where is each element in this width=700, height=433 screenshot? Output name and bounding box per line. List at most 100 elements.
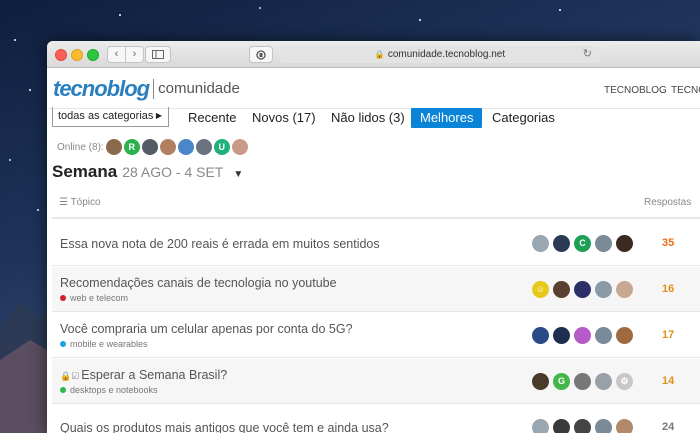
forward-button[interactable]: ›	[125, 46, 144, 63]
tab-categorias[interactable]: Categorias	[492, 109, 555, 127]
category-dropdown-label: todas as categorias	[58, 110, 154, 122]
header-link-tecnoblog[interactable]: TECNOBLOG	[604, 85, 667, 96]
reload-icon[interactable]: ↻	[583, 46, 592, 63]
avatar[interactable]	[177, 139, 194, 155]
topic-row[interactable]: 🔒☑ Esperar a Semana Brasil? desktops e not…	[52, 359, 700, 404]
header-link-tecno[interactable]: TECNO	[671, 85, 700, 96]
avatar[interactable]	[159, 139, 176, 155]
category-dot-icon	[60, 341, 66, 347]
avatar[interactable]	[105, 139, 122, 155]
poster-avatar[interactable]	[553, 327, 570, 344]
topic-title-text: Essa nova nota de 200 reais é errada em …	[60, 237, 380, 251]
topic-nav: todas as categorias ▶ Recente Novos (17)…	[47, 107, 700, 131]
topic-row[interactable]: Recomendações canais de tecnologia no yo…	[52, 267, 700, 312]
avatar[interactable]: U	[213, 139, 230, 155]
avatar[interactable]: R	[123, 139, 140, 155]
list-icon: ☰	[59, 197, 71, 208]
back-button[interactable]: ‹	[107, 46, 126, 63]
poster-avatar[interactable]: ⚙	[616, 373, 633, 390]
caret-right-icon: ▶	[155, 111, 162, 120]
topic-posters: G ⚙	[532, 373, 637, 390]
poster-avatar[interactable]	[595, 327, 612, 344]
poster-avatar[interactable]	[574, 373, 591, 390]
poster-avatar[interactable]	[616, 235, 633, 252]
reply-count[interactable]: 14	[662, 375, 674, 387]
poster-avatar[interactable]: ☺	[532, 281, 549, 298]
poster-avatar[interactable]	[553, 419, 570, 433]
topic-title[interactable]: Quais os produtos mais antigos que você …	[60, 421, 389, 433]
logo-main-text: tecnoblog	[53, 76, 150, 101]
topic-title[interactable]: Recomendações canais de tecnologia no yo…	[60, 276, 337, 290]
url-text: comunidade.tecnoblog.net	[387, 49, 506, 60]
poster-avatar[interactable]	[574, 281, 591, 298]
poster-avatar[interactable]	[616, 327, 633, 344]
reply-count[interactable]: 24	[662, 421, 674, 433]
category-label: web e telecom	[70, 293, 129, 303]
avatar[interactable]	[141, 139, 158, 155]
poster-avatar[interactable]	[553, 235, 570, 252]
lock-icon: 🔒	[374, 50, 385, 59]
close-window-button[interactable]	[55, 49, 67, 61]
category-label: desktops e notebooks	[70, 385, 158, 395]
column-topic[interactable]: ☰ Tópico	[59, 197, 101, 208]
topic-title[interactable]: 🔒☑ Esperar a Semana Brasil?	[60, 368, 227, 382]
logo-divider	[153, 79, 155, 99]
browser-toolbar: ‹ › 🔒 comunidade.tecnoblog.net ↻	[47, 41, 700, 68]
avatar[interactable]	[195, 139, 212, 155]
topic-title-text: Você compraria um celular apenas por con…	[60, 322, 353, 336]
reply-count[interactable]: 16	[662, 283, 674, 295]
poster-avatar[interactable]	[616, 419, 633, 433]
topic-posters	[532, 419, 637, 433]
topic-posters	[532, 327, 637, 344]
site-logo[interactable]: tecnoblog comunidade	[53, 78, 240, 100]
topic-category[interactable]: desktops e notebooks	[60, 385, 158, 395]
poster-avatar[interactable]	[532, 373, 549, 390]
poster-avatar[interactable]	[574, 419, 591, 433]
poster-avatar[interactable]	[553, 281, 570, 298]
poster-avatar[interactable]	[532, 327, 549, 344]
poster-avatar[interactable]: C	[574, 235, 591, 252]
period-selector[interactable]: Semana 28 AGO - 4 SET ▼	[52, 162, 243, 182]
topic-row[interactable]: Você compraria um celular apenas por con…	[52, 313, 700, 358]
poster-avatar[interactable]	[532, 235, 549, 252]
address-bar[interactable]: 🔒 comunidade.tecnoblog.net ↻	[280, 46, 600, 63]
topic-row[interactable]: Essa nova nota de 200 reais é errada em …	[52, 221, 700, 266]
poster-avatar[interactable]	[595, 419, 612, 433]
caret-down-icon[interactable]: ▼	[233, 169, 243, 180]
privacy-report-button[interactable]	[249, 46, 273, 63]
tab-melhores[interactable]: Melhores	[411, 108, 483, 128]
tab-novos[interactable]: Novos (17)	[252, 109, 316, 127]
tab-nao-lidos[interactable]: Não lidos (3)	[331, 109, 405, 127]
minimize-window-button[interactable]	[71, 49, 83, 61]
reply-count[interactable]: 35	[662, 237, 674, 249]
poster-avatar[interactable]	[595, 373, 612, 390]
poster-avatar[interactable]	[595, 281, 612, 298]
browser-window: ‹ › 🔒 comunidade.tecnoblog.net ↻ tecnoblo…	[47, 41, 700, 433]
column-replies[interactable]: Respostas	[644, 197, 691, 208]
poster-avatar[interactable]	[574, 327, 591, 344]
online-users: Online (8): R U	[57, 137, 250, 157]
topic-title[interactable]: Você compraria um celular apenas por con…	[60, 322, 353, 336]
avatar[interactable]	[231, 139, 248, 155]
zoom-window-button[interactable]	[87, 49, 99, 61]
topic-title-text: Quais os produtos mais antigos que você …	[60, 421, 389, 433]
logo-sub-text: comunidade	[158, 80, 240, 97]
category-dropdown[interactable]: todas as categorias ▶	[52, 107, 169, 127]
topic-header-label: Tópico	[70, 197, 101, 208]
poster-avatar[interactable]	[532, 419, 549, 433]
sidebar-toggle-button[interactable]	[145, 46, 171, 63]
topic-table-header: ☰ Tópico Respostas	[52, 191, 700, 219]
period-title: Semana	[52, 162, 118, 181]
poster-avatar[interactable]	[616, 281, 633, 298]
topic-category[interactable]: web e telecom	[60, 293, 128, 303]
topic-title[interactable]: Essa nova nota de 200 reais é errada em …	[60, 237, 380, 251]
tab-recente[interactable]: Recente	[188, 109, 236, 127]
topic-category[interactable]: mobile e wearables	[60, 339, 148, 349]
sidebar-icon	[152, 50, 164, 59]
poster-avatar[interactable]	[595, 235, 612, 252]
online-count-label: Online (8):	[57, 141, 104, 153]
site-header: tecnoblog comunidade TECNOBLOG TECNO	[47, 69, 700, 109]
reply-count[interactable]: 17	[662, 329, 674, 341]
poster-avatar[interactable]: G	[553, 373, 570, 390]
topic-row[interactable]: Quais os produtos mais antigos que você …	[52, 405, 700, 433]
